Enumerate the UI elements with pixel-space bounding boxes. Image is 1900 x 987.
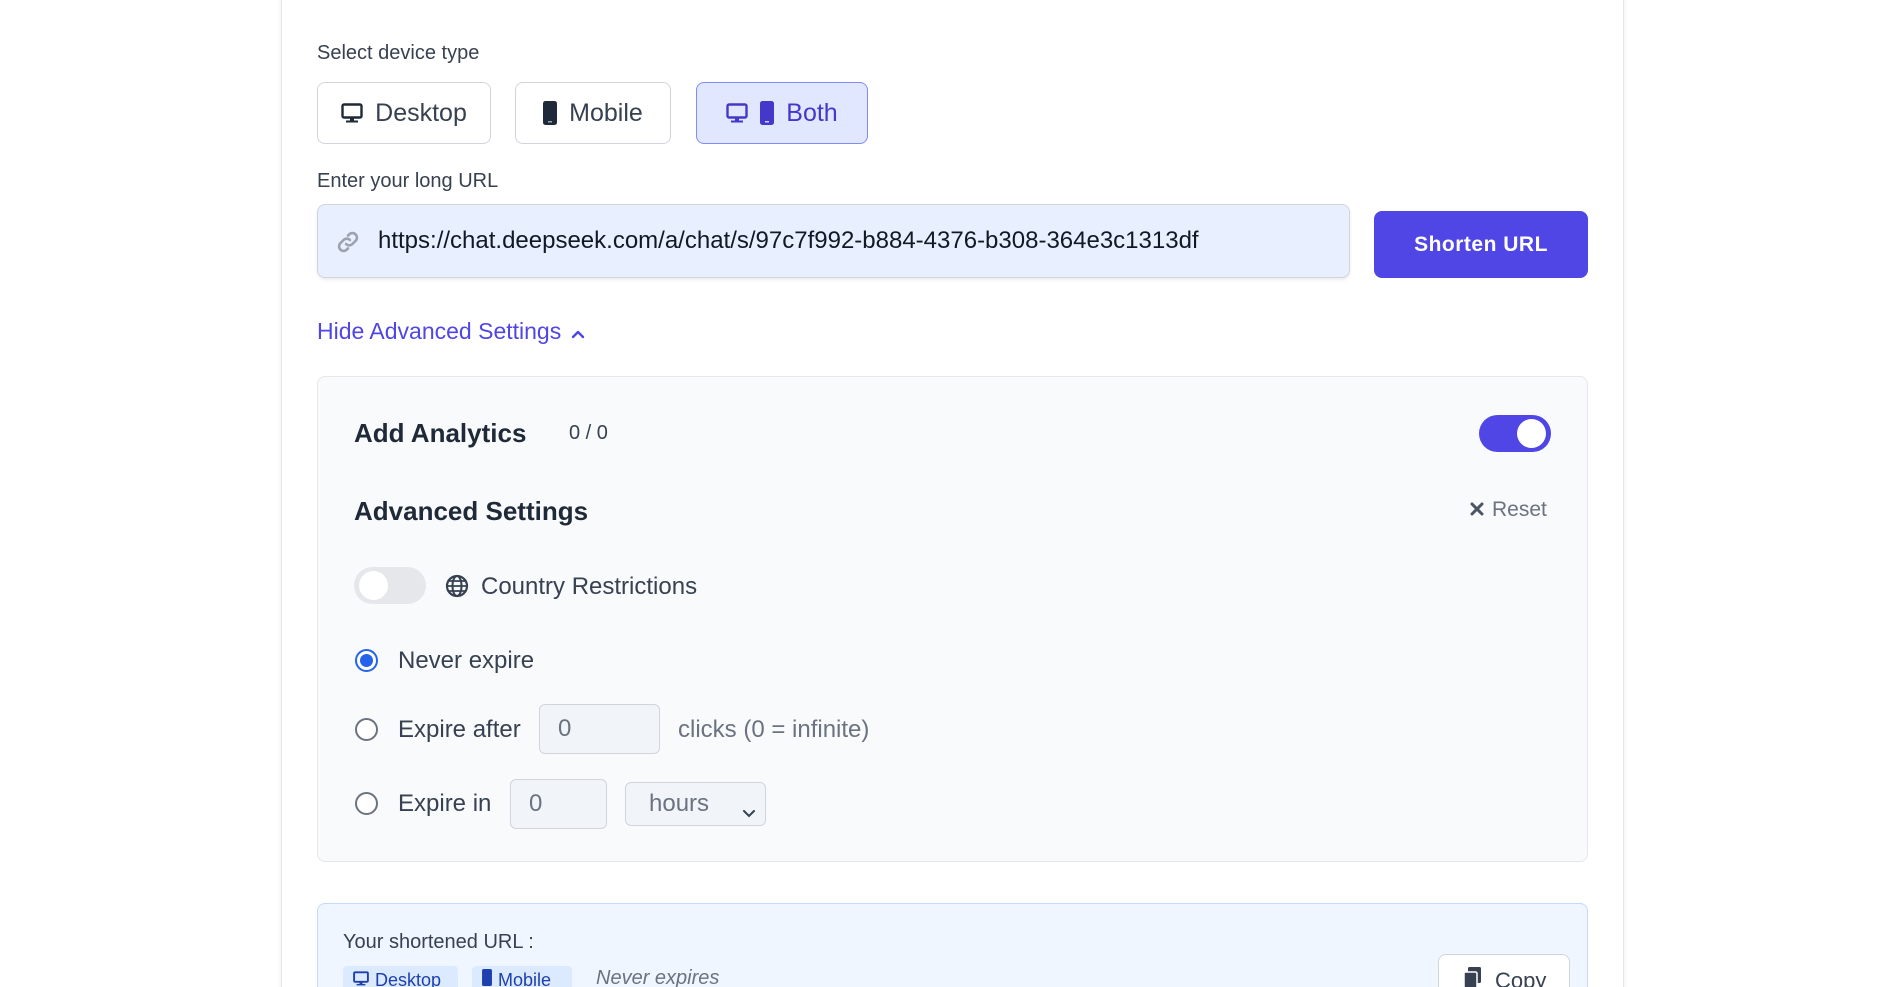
expire-in-value-input[interactable] (510, 779, 607, 829)
expire-in-radio[interactable] (355, 792, 378, 815)
chevron-down-icon (743, 797, 755, 825)
url-field (317, 204, 1350, 278)
expire-after-label: Expire after (398, 716, 521, 743)
country-restrictions-label: Country Restrictions (481, 573, 698, 600)
analytics-count: 0 / 0 (569, 422, 608, 444)
reset-label: Reset (1492, 498, 1547, 521)
url-input[interactable] (378, 205, 1338, 277)
toggle-knob (359, 571, 388, 600)
expire-unit-select[interactable]: hours (625, 782, 766, 826)
copy-icon (1463, 967, 1483, 987)
expire-in-label: Expire in (398, 790, 492, 817)
device-mobile-button[interactable]: Mobile (515, 82, 671, 144)
analytics-toggle[interactable] (1479, 415, 1551, 452)
device-desktop-label: Desktop (375, 98, 467, 127)
desktop-icon (341, 103, 363, 123)
link-icon (336, 230, 360, 259)
desktop-badge: Desktop (343, 966, 458, 987)
device-both-button[interactable]: Both (696, 82, 868, 144)
device-mobile-label: Mobile (569, 98, 643, 127)
mobile-badge: Mobile (472, 966, 572, 987)
expires-text: Never expires (596, 967, 720, 987)
advanced-settings-title: Advanced Settings (354, 496, 589, 526)
close-icon (1470, 498, 1484, 522)
never-expire-label: Never expire (398, 647, 535, 674)
copy-label: Copy (1495, 968, 1547, 987)
device-type-label: Select device type (317, 42, 480, 64)
hide-advanced-settings-label: Hide Advanced Settings (317, 318, 562, 344)
globe-icon (445, 574, 469, 603)
url-label: Enter your long URL (317, 170, 499, 192)
desktop-badge-label: Desktop (375, 969, 442, 987)
desktop-icon (353, 970, 369, 987)
expire-unit-value: hours (649, 790, 710, 817)
expire-after-radio[interactable] (355, 718, 378, 741)
mobile-badge-label: Mobile (498, 969, 552, 987)
hide-advanced-settings-link[interactable]: Hide Advanced Settings (317, 318, 585, 345)
shortened-url-label: Your shortened URL : (343, 931, 534, 953)
device-both-label: Both (786, 98, 838, 127)
copy-button[interactable]: Copy (1438, 954, 1570, 987)
desktop-icon (726, 103, 748, 123)
country-restrictions-toggle[interactable] (354, 567, 426, 604)
mobile-icon (543, 101, 558, 125)
shorten-url-button[interactable]: Shorten URL (1374, 211, 1588, 278)
reset-button[interactable]: Reset (1470, 498, 1547, 522)
clicks-hint: clicks (0 = infinite) (678, 716, 870, 743)
toggle-knob (1517, 419, 1546, 448)
mobile-icon (760, 101, 775, 125)
never-expire-radio[interactable] (355, 649, 378, 672)
mobile-icon (482, 969, 492, 987)
expire-after-clicks-input[interactable] (539, 704, 660, 754)
device-desktop-button[interactable]: Desktop (317, 82, 491, 144)
chevron-up-icon (571, 318, 585, 345)
analytics-title: Add Analytics (354, 418, 527, 448)
